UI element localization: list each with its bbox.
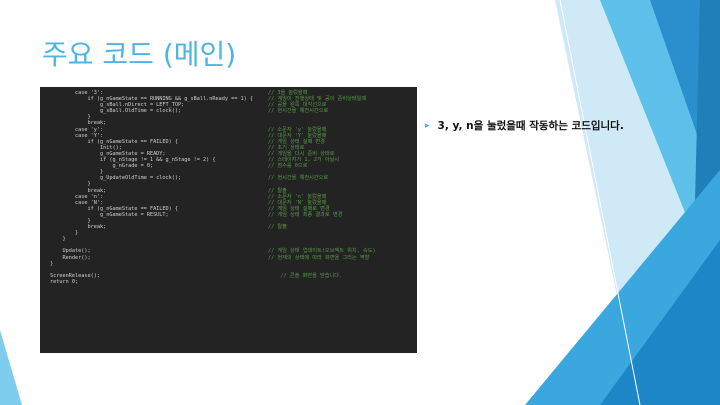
bullet-text: 3, y, n을 눌렀을때 작동하는 코드입니다. [437, 120, 624, 132]
bottom-left-panel [0, 330, 22, 405]
code-screenshot: case '3':// 3을 눌렀을때 if (g_nGameState == … [40, 87, 417, 353]
code-lines: case '3':// 3을 눌렀을때 if (g_nGameState == … [40, 90, 417, 285]
code-text: return 0; [50, 278, 79, 285]
slide-title: 주요 코드 (메인) [42, 38, 237, 71]
bullet-item: ▸ 3, y, n을 눌렀을때 작동하는 코드입니다. [425, 119, 695, 133]
code-line: return 0; [40, 279, 417, 285]
bullet-arrow-icon: ▸ [425, 121, 430, 131]
